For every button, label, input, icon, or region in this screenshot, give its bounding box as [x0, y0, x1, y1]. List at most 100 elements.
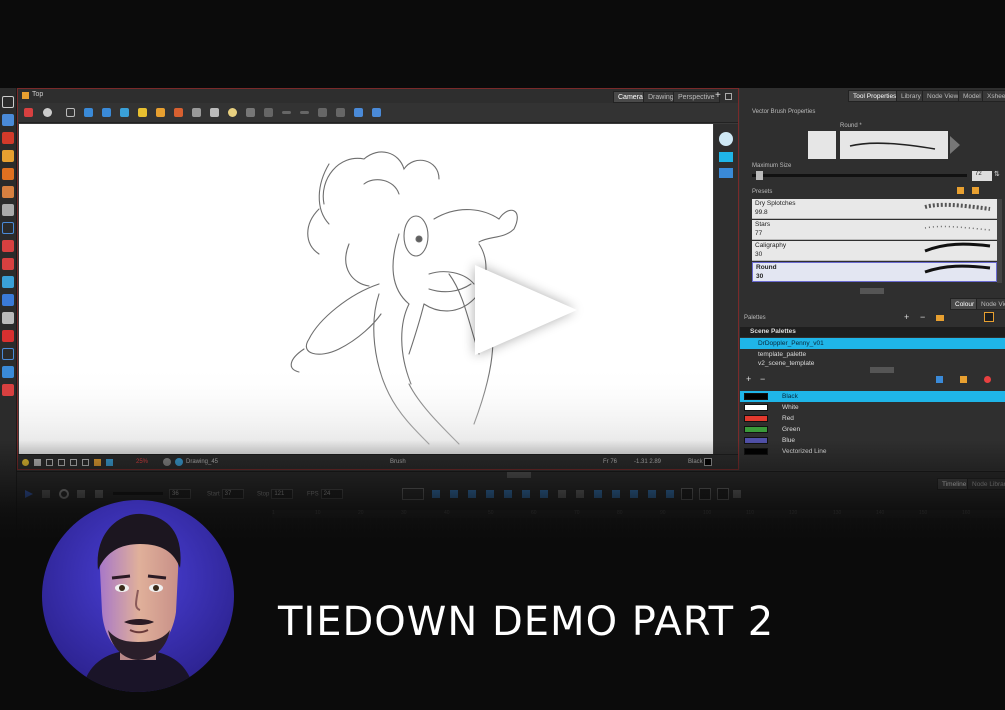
presets-scrollbar[interactable] [997, 199, 1002, 283]
grid-tool-icon[interactable] [2, 348, 14, 360]
align-icon[interactable] [318, 108, 327, 117]
line-a-icon[interactable] [282, 111, 291, 114]
stop-input[interactable]: 121 [271, 489, 294, 499]
add-palette-icon[interactable]: + [904, 312, 909, 322]
loop-icon[interactable] [59, 489, 69, 499]
add-view-icon[interactable]: + [715, 90, 721, 101]
tab-node-view-2[interactable]: Node View [976, 298, 1005, 310]
cutter-tool-icon[interactable] [2, 330, 14, 342]
brush-tip-preview[interactable] [808, 131, 836, 159]
light-table-icon[interactable] [102, 108, 111, 117]
pencil-tool-icon[interactable] [2, 150, 14, 162]
line-b-icon[interactable] [300, 111, 309, 114]
panel-splitter[interactable] [860, 288, 884, 294]
zoom-timeline-icon[interactable] [666, 490, 674, 498]
rotate-key-icon[interactable] [540, 490, 548, 498]
transform-icon[interactable] [24, 108, 33, 117]
layer-icon[interactable] [719, 152, 733, 162]
drawing-canvas[interactable] [19, 124, 713, 454]
pivot-icon[interactable] [372, 108, 381, 117]
collapse-icon[interactable] [648, 490, 656, 498]
speed-slider[interactable] [113, 492, 163, 495]
frame-icon[interactable] [46, 459, 53, 466]
auto-lock-icon[interactable] [156, 108, 165, 117]
grid-toggle-icon[interactable] [70, 459, 77, 466]
select-tool-icon[interactable] [2, 96, 14, 108]
colour-picker-icon[interactable] [936, 376, 943, 383]
marker-icon[interactable] [612, 490, 620, 498]
stop-icon[interactable] [42, 490, 50, 498]
reset-view-icon[interactable] [163, 458, 171, 466]
tab-node-library[interactable]: Node Library [967, 478, 1005, 490]
flip-icon[interactable] [354, 108, 363, 117]
hand-tool-icon[interactable] [2, 312, 14, 324]
zoom-tool-icon[interactable] [2, 384, 14, 396]
max-size-input[interactable]: 72 [972, 171, 992, 181]
mask-toggle-icon[interactable] [82, 459, 89, 466]
tab-xsheet[interactable]: Xsheet [982, 90, 1005, 102]
dropper-tool-icon[interactable] [2, 276, 14, 288]
arrow-icon[interactable] [504, 490, 512, 498]
remove-colour-icon[interactable]: − [760, 374, 765, 384]
colour-blue[interactable]: Blue [740, 435, 1005, 446]
paint-bucket-icon[interactable] [2, 240, 14, 252]
mute-icon[interactable] [95, 490, 103, 498]
split-icon[interactable] [717, 488, 729, 500]
brush-icon[interactable] [174, 108, 183, 117]
fps-input[interactable]: 24 [320, 489, 343, 499]
scale-icon[interactable] [522, 490, 530, 498]
status-tool-icon[interactable] [34, 459, 41, 466]
tab-tool-properties[interactable]: Tool Properties [848, 90, 902, 102]
brush-tool-icon[interactable] [2, 132, 14, 144]
dropper-icon[interactable] [210, 108, 219, 117]
safe-area-icon[interactable] [58, 459, 65, 466]
colour-green[interactable]: Green [740, 424, 1005, 435]
max-size-stepper-icon[interactable]: ⇅ [994, 170, 1000, 178]
motion-icon[interactable] [486, 490, 494, 498]
eye-icon[interactable] [106, 459, 113, 466]
camera-icon[interactable] [719, 132, 733, 146]
contour-tool-icon[interactable] [2, 114, 14, 126]
colour-red[interactable]: Red [740, 413, 1005, 424]
stamp-tool-icon[interactable] [2, 168, 14, 180]
bulb-icon[interactable] [22, 459, 29, 466]
lightning-icon[interactable] [94, 459, 101, 466]
play-small-icon[interactable] [25, 490, 33, 498]
step-icon[interactable] [594, 490, 602, 498]
line-tool-icon[interactable] [2, 258, 14, 270]
play-video-icon[interactable] [455, 255, 585, 365]
timeline-splitter[interactable] [507, 472, 531, 478]
pivot-tool-icon[interactable] [2, 366, 14, 378]
max-size-slider-handle[interactable] [756, 171, 763, 180]
render-icon[interactable] [264, 108, 273, 117]
start-input[interactable]: 37 [221, 489, 244, 499]
palette-drdoppler[interactable]: DrDoppler_Penny_v01 [740, 338, 1005, 349]
colour-edit-icon[interactable] [960, 376, 967, 383]
pin-icon[interactable] [576, 490, 584, 498]
current-color-swatch[interactable] [704, 458, 712, 466]
palette-template[interactable]: template_palette [740, 349, 1005, 360]
max-size-slider[interactable] [752, 174, 967, 177]
colour-white[interactable]: White [740, 402, 1005, 413]
onion-skin-icon[interactable] [84, 108, 93, 117]
add-colour-icon[interactable]: + [746, 374, 751, 384]
brush-stroke-preview[interactable] [840, 131, 948, 159]
onion-icon[interactable] [432, 490, 440, 498]
rotate-icon[interactable] [336, 108, 345, 117]
stack-icon[interactable] [719, 168, 733, 178]
camera-mask-icon[interactable] [120, 108, 129, 117]
tab-colour[interactable]: Colour [950, 298, 980, 310]
remove-palette-icon[interactable]: − [920, 312, 925, 322]
palette-splitter[interactable] [870, 367, 894, 373]
sound-icon[interactable] [77, 490, 85, 498]
colour-vectorized-line[interactable]: Vectorized Line [740, 446, 1005, 457]
frame-ruler[interactable]: 1 10 20 30 40 50 60 70 80 90 100 110 120 130 140 150 160 [272, 510, 1005, 518]
colour-record-icon[interactable] [984, 376, 991, 383]
home-icon[interactable] [22, 92, 29, 99]
palette-lock-icon[interactable] [984, 312, 994, 322]
expand-icon[interactable] [630, 490, 638, 498]
morph-tool-icon[interactable] [2, 294, 14, 306]
settings-icon[interactable] [43, 108, 52, 117]
skew-icon[interactable] [558, 490, 566, 498]
zoom-value[interactable]: 25% [136, 459, 148, 465]
